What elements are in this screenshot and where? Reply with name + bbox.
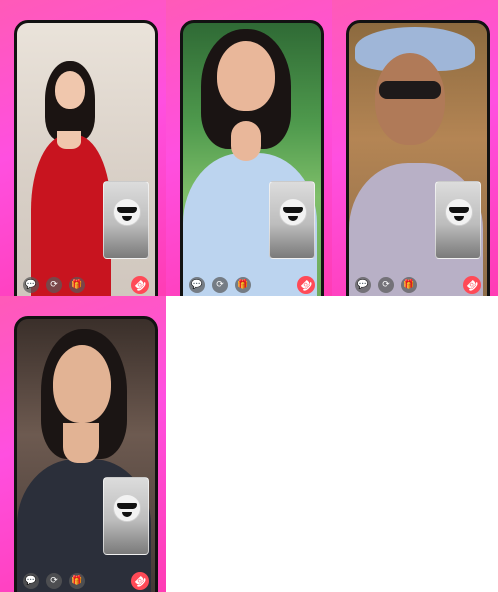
call-preview-2[interactable]: 💬 ⟳ 🎁 ☎ bbox=[166, 0, 332, 296]
gift-icon[interactable]: 🎁 bbox=[69, 573, 85, 589]
sunglasses-emoji-mask bbox=[279, 198, 307, 226]
switch-camera-icon[interactable]: ⟳ bbox=[46, 277, 62, 293]
phone-frame: 💬 ⟳ 🎁 ☎ bbox=[14, 20, 158, 296]
sunglasses-emoji-mask bbox=[113, 198, 141, 226]
call-preview-1[interactable]: 💬 ⟳ 🎁 ☎ bbox=[0, 0, 166, 296]
phone-frame: 💬 ⟳ 🎁 ☎ bbox=[14, 316, 158, 592]
call-controls: 💬 ⟳ 🎁 ☎ bbox=[349, 272, 487, 296]
self-video-preview[interactable] bbox=[103, 477, 149, 555]
gift-icon[interactable]: 🎁 bbox=[235, 277, 251, 293]
call-controls: 💬 ⟳ 🎁 ☎ bbox=[17, 568, 155, 592]
gift-icon[interactable]: 🎁 bbox=[401, 277, 417, 293]
chat-icon[interactable]: 💬 bbox=[23, 277, 39, 293]
self-video-preview[interactable] bbox=[103, 181, 149, 259]
chat-icon[interactable]: 💬 bbox=[23, 573, 39, 589]
sunglasses-emoji-mask bbox=[113, 494, 141, 522]
chat-icon[interactable]: 💬 bbox=[189, 277, 205, 293]
switch-camera-icon[interactable]: ⟳ bbox=[46, 573, 62, 589]
switch-camera-icon[interactable]: ⟳ bbox=[378, 277, 394, 293]
call-controls: 💬 ⟳ 🎁 ☎ bbox=[17, 272, 155, 296]
phone-frame: 💬 ⟳ 🎁 ☎ bbox=[180, 20, 324, 296]
chat-icon[interactable]: 💬 bbox=[355, 277, 371, 293]
gift-icon[interactable]: 🎁 bbox=[69, 277, 85, 293]
sunglasses-emoji-mask bbox=[445, 198, 473, 226]
call-preview-3[interactable]: 💬 ⟳ 🎁 ☎ bbox=[332, 0, 498, 296]
call-preview-4[interactable]: 💬 ⟳ 🎁 ☎ bbox=[0, 296, 166, 592]
phone-frame: 💬 ⟳ 🎁 ☎ bbox=[346, 20, 490, 296]
call-controls: 💬 ⟳ 🎁 ☎ bbox=[183, 272, 321, 296]
self-video-preview[interactable] bbox=[269, 181, 315, 259]
switch-camera-icon[interactable]: ⟳ bbox=[212, 277, 228, 293]
self-video-preview[interactable] bbox=[435, 181, 481, 259]
